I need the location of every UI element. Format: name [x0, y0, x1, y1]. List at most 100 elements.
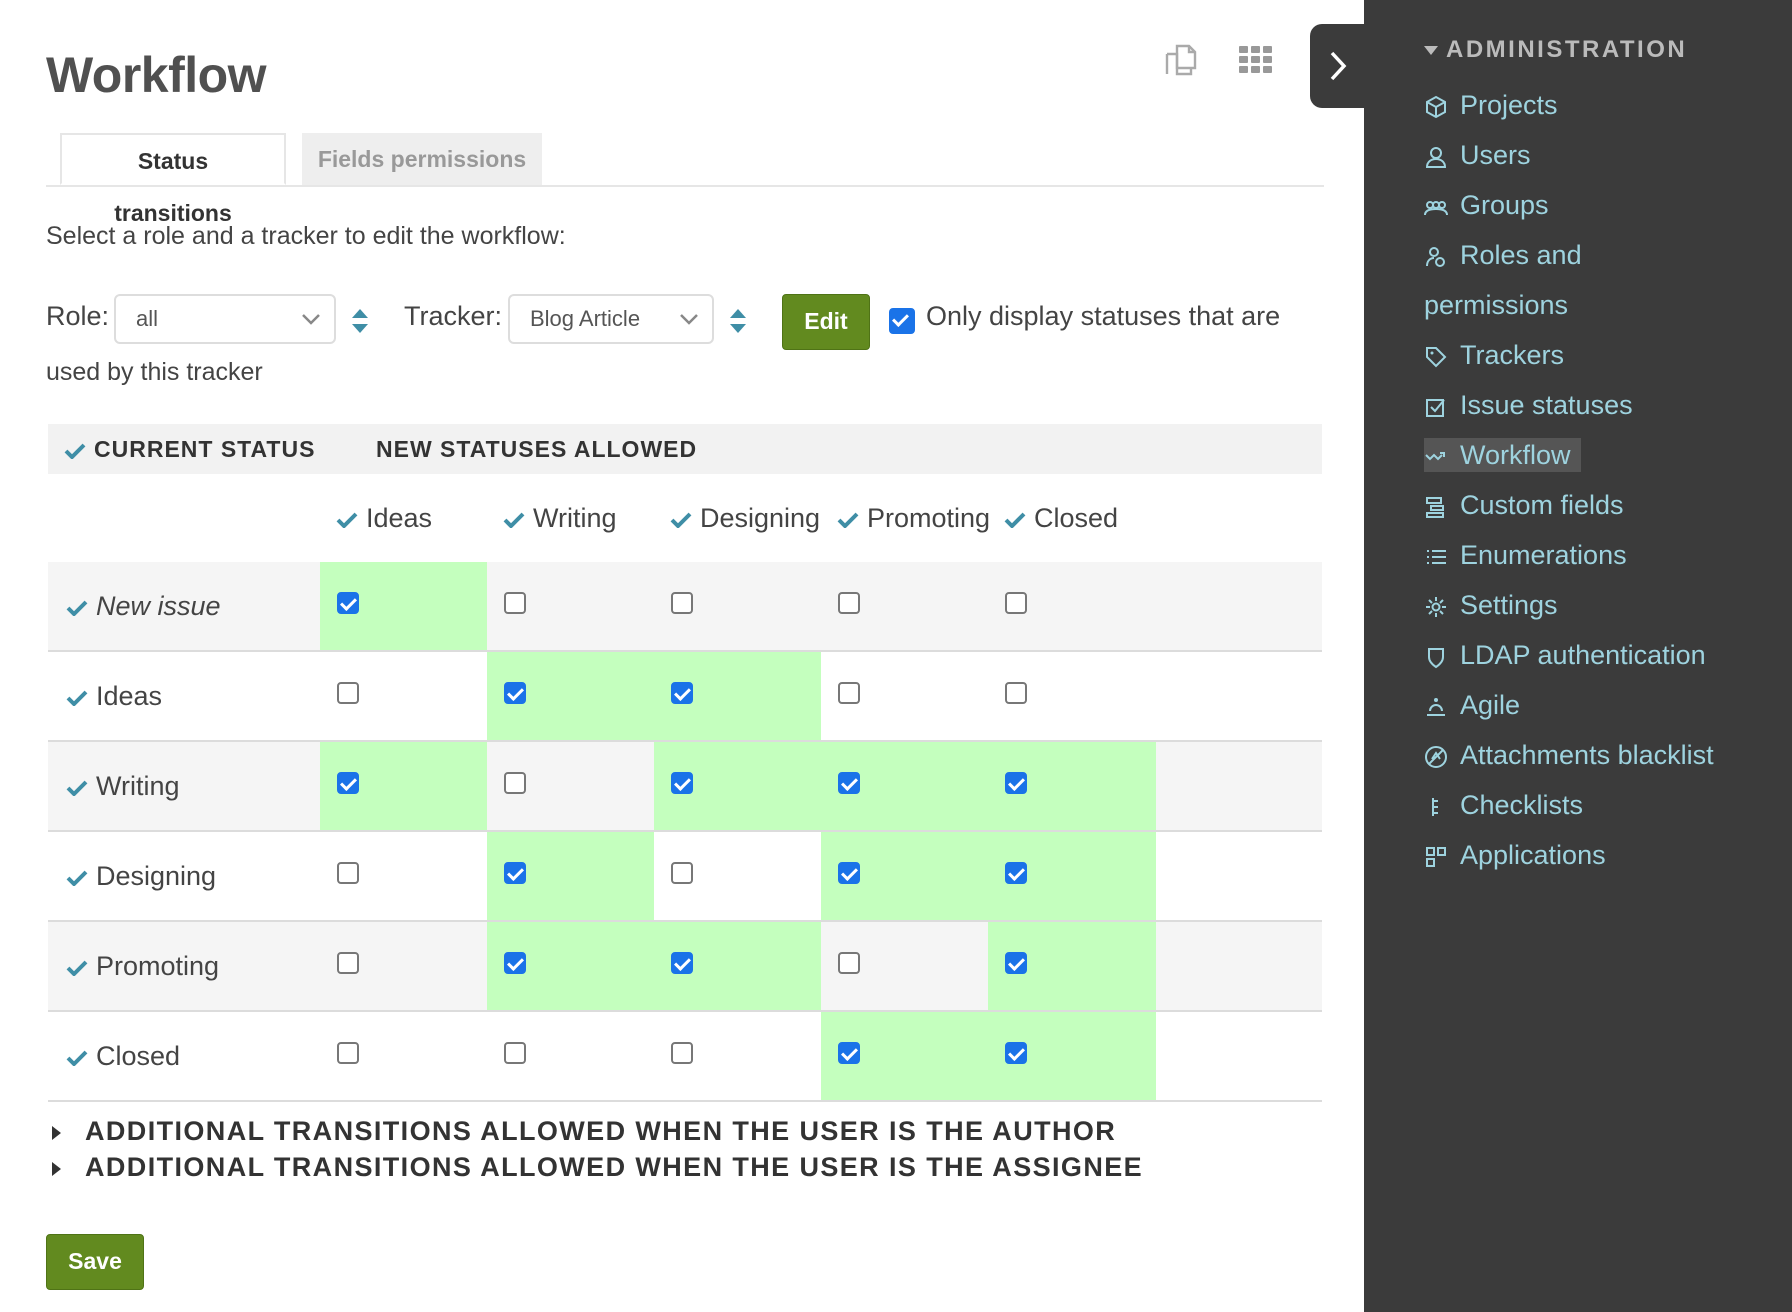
transition-checkbox[interactable]: [1005, 1042, 1027, 1064]
checkmark-icon[interactable]: [1004, 512, 1026, 528]
checkmark-icon[interactable]: [66, 600, 88, 616]
sidebar-item-ldap-authentication[interactable]: LDAP authentication: [1424, 638, 1706, 672]
transition-cell: [988, 922, 1156, 1010]
only-display-label-continued: used by this tracker: [46, 358, 263, 386]
transition-checkbox[interactable]: [671, 952, 693, 974]
sidebar-item-roles-and[interactable]: Roles and: [1424, 238, 1582, 272]
sidebar-item-attachments-blacklist[interactable]: Attachments blacklist: [1424, 738, 1714, 772]
transition-checkbox[interactable]: [838, 772, 860, 794]
sidebar-item-projects[interactable]: Projects: [1424, 88, 1558, 122]
sidebar-item-agile[interactable]: Agile: [1424, 688, 1520, 722]
sidebar-toggle[interactable]: [1310, 24, 1366, 108]
transition-checkbox[interactable]: [1005, 592, 1027, 614]
sidebar-heading[interactable]: ADMINISTRATION: [1424, 36, 1687, 64]
sidebar-item-roles-and-permissions-line2[interactable]: permissions: [1424, 288, 1568, 322]
transition-cell: [821, 1012, 988, 1100]
group-icon: [1424, 200, 1448, 215]
tracker-sort-arrows-icon[interactable]: [728, 306, 748, 336]
sidebar-item-trackers[interactable]: Trackers: [1424, 338, 1564, 372]
sidebar-item-settings[interactable]: Settings: [1424, 588, 1558, 622]
checkmark-icon[interactable]: [66, 960, 88, 976]
tracker-label: Tracker:: [404, 301, 503, 331]
row-status-label: Promoting: [66, 922, 219, 1010]
checkmark-icon[interactable]: [64, 443, 86, 459]
checkmark-icon[interactable]: [837, 512, 859, 528]
transition-checkbox[interactable]: [1005, 952, 1027, 974]
checkmark-icon[interactable]: [670, 512, 692, 528]
row-status-label: Designing: [66, 832, 216, 920]
sidebar-item-checklists[interactable]: Checklists: [1424, 788, 1583, 822]
transition-checkbox[interactable]: [504, 592, 526, 614]
tracker-select-value: Blog Article: [530, 306, 641, 331]
transition-checkbox[interactable]: [838, 682, 860, 704]
transition-checkbox[interactable]: [838, 952, 860, 974]
transition-cell: [320, 562, 487, 650]
checkmark-icon[interactable]: [66, 870, 88, 886]
role-sort-arrows-icon[interactable]: [350, 306, 370, 336]
tracker-select[interactable]: Blog Article: [508, 294, 714, 344]
checkmark-icon[interactable]: [503, 512, 525, 528]
transition-cell: [654, 742, 821, 830]
transition-checkbox[interactable]: [671, 592, 693, 614]
transition-checkbox[interactable]: [504, 682, 526, 704]
transition-cell: [988, 1012, 1156, 1100]
edit-button[interactable]: Edit: [782, 294, 870, 350]
transition-checkbox[interactable]: [337, 1042, 359, 1064]
transition-checkbox[interactable]: [337, 682, 359, 704]
cube-icon: [1426, 95, 1446, 119]
save-button[interactable]: Save: [46, 1234, 144, 1290]
copy-icon[interactable]: [1157, 36, 1205, 84]
transition-checkbox[interactable]: [838, 862, 860, 884]
tab-status-transitions[interactable]: Status transitions: [60, 133, 286, 226]
transition-cell: [654, 1012, 821, 1100]
table-row: Writing: [48, 742, 1322, 832]
role-select[interactable]: all: [114, 294, 336, 344]
transition-checkbox[interactable]: [337, 952, 359, 974]
transition-cell: [988, 832, 1156, 920]
transition-checkbox[interactable]: [504, 952, 526, 974]
tab-fields-permissions[interactable]: Fields permissions: [302, 133, 542, 185]
checkmark-icon[interactable]: [336, 512, 358, 528]
transition-checkbox[interactable]: [671, 682, 693, 704]
transition-checkbox[interactable]: [671, 772, 693, 794]
table-header: CURRENT STATUS NEW STATUSES ALLOWED: [48, 424, 1322, 474]
transition-checkbox[interactable]: [838, 592, 860, 614]
sidebar-item-workflow[interactable]: Workflow: [1424, 438, 1581, 472]
transition-checkbox[interactable]: [1005, 682, 1027, 704]
expand-triangle-icon: [52, 1161, 61, 1176]
checklist-icon: [1432, 797, 1438, 816]
additional-author-toggle[interactable]: ADDITIONAL TRANSITIONS ALLOWED WHEN THE …: [52, 1116, 1116, 1147]
transition-checkbox[interactable]: [671, 862, 693, 884]
checkmark-icon[interactable]: [66, 690, 88, 706]
tag-icon: [1426, 346, 1447, 368]
sidebar-item-issue-statuses[interactable]: Issue statuses: [1424, 388, 1633, 422]
transition-checkbox[interactable]: [504, 772, 526, 794]
sidebar-item-custom-fields[interactable]: Custom fields: [1424, 488, 1624, 522]
transition-cell: [320, 922, 487, 1010]
transition-checkbox[interactable]: [1005, 862, 1027, 884]
column-header-promoting: Promoting: [837, 474, 990, 562]
transition-checkbox[interactable]: [337, 862, 359, 884]
sidebar-item-groups[interactable]: Groups: [1424, 188, 1549, 222]
sidebar-item-enumerations[interactable]: Enumerations: [1424, 538, 1627, 572]
transition-checkbox[interactable]: [337, 772, 359, 794]
apps-grid-icon[interactable]: [1232, 36, 1280, 84]
checkmark-icon[interactable]: [66, 1050, 88, 1066]
transition-checkbox[interactable]: [1005, 772, 1027, 794]
transition-checkbox[interactable]: [337, 592, 359, 614]
additional-assignee-toggle[interactable]: ADDITIONAL TRANSITIONS ALLOWED WHEN THE …: [52, 1152, 1143, 1183]
sidebar-item-applications[interactable]: Applications: [1424, 838, 1606, 872]
transition-cell: [821, 832, 988, 920]
transition-checkbox[interactable]: [504, 1042, 526, 1064]
role-select-value: all: [136, 306, 159, 331]
only-display-checkbox[interactable]: [889, 308, 915, 334]
agile-icon: [1427, 697, 1445, 716]
transition-checkbox[interactable]: [504, 862, 526, 884]
transition-checkbox[interactable]: [671, 1042, 693, 1064]
transition-checkbox[interactable]: [838, 1042, 860, 1064]
transition-cell: [988, 562, 1156, 650]
checkmark-icon[interactable]: [66, 780, 88, 796]
sidebar-item-users[interactable]: Users: [1424, 138, 1531, 172]
transition-cell: [654, 832, 821, 920]
table-row: New issue: [48, 562, 1322, 652]
